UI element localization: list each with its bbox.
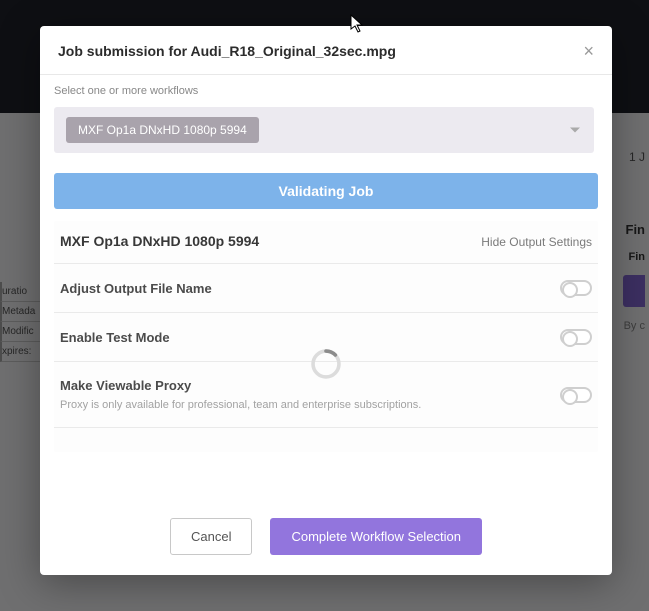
- modal-footer: Cancel Complete Workflow Selection: [40, 498, 612, 575]
- toggle-output-settings-link[interactable]: Hide Output Settings: [481, 235, 592, 249]
- setting-enable-test-mode: Enable Test Mode: [54, 313, 598, 362]
- cancel-button[interactable]: Cancel: [170, 518, 252, 555]
- section-title: MXF Op1a DNxHD 1080p 5994: [60, 233, 259, 249]
- workflow-select[interactable]: MXF Op1a DNxHD 1080p 5994: [54, 107, 594, 153]
- workflow-select-label: Select one or more workflows: [54, 85, 594, 97]
- status-bar: Validating Job: [54, 173, 598, 209]
- close-icon[interactable]: ×: [583, 42, 594, 60]
- chevron-down-icon: [570, 128, 580, 133]
- modal-header: Job submission for Audi_R18_Original_32s…: [40, 26, 612, 75]
- modal-spacer: [40, 452, 612, 498]
- toggle-knob: [562, 282, 578, 298]
- workflow-select-area: Select one or more workflows MXF Op1a DN…: [40, 75, 612, 159]
- output-settings-section: MXF Op1a DNxHD 1080p 5994 Hide Output Se…: [54, 221, 598, 452]
- setting-make-viewable-proxy: Make Viewable Proxy Proxy is only availa…: [54, 362, 598, 428]
- setting-adjust-output-filename: Adjust Output File Name: [54, 263, 598, 313]
- setting-label: Make Viewable Proxy: [60, 378, 421, 393]
- complete-workflow-button[interactable]: Complete Workflow Selection: [270, 518, 482, 555]
- setting-sublabel: Proxy is only available for professional…: [60, 399, 421, 411]
- toggle-knob: [562, 389, 578, 405]
- modal-title: Job submission for Audi_R18_Original_32s…: [58, 43, 396, 59]
- section-header: MXF Op1a DNxHD 1080p 5994 Hide Output Se…: [54, 221, 598, 263]
- job-submission-modal: Job submission for Audi_R18_Original_32s…: [40, 26, 612, 575]
- toggle-knob: [562, 331, 578, 347]
- toggle-adjust-output-filename[interactable]: [560, 280, 592, 296]
- setting-label: Enable Test Mode: [60, 330, 170, 345]
- toggle-enable-test-mode[interactable]: [560, 329, 592, 345]
- setting-label: Adjust Output File Name: [60, 281, 212, 296]
- toggle-make-viewable-proxy[interactable]: [560, 387, 592, 403]
- workflow-chip[interactable]: MXF Op1a DNxHD 1080p 5994: [66, 117, 259, 143]
